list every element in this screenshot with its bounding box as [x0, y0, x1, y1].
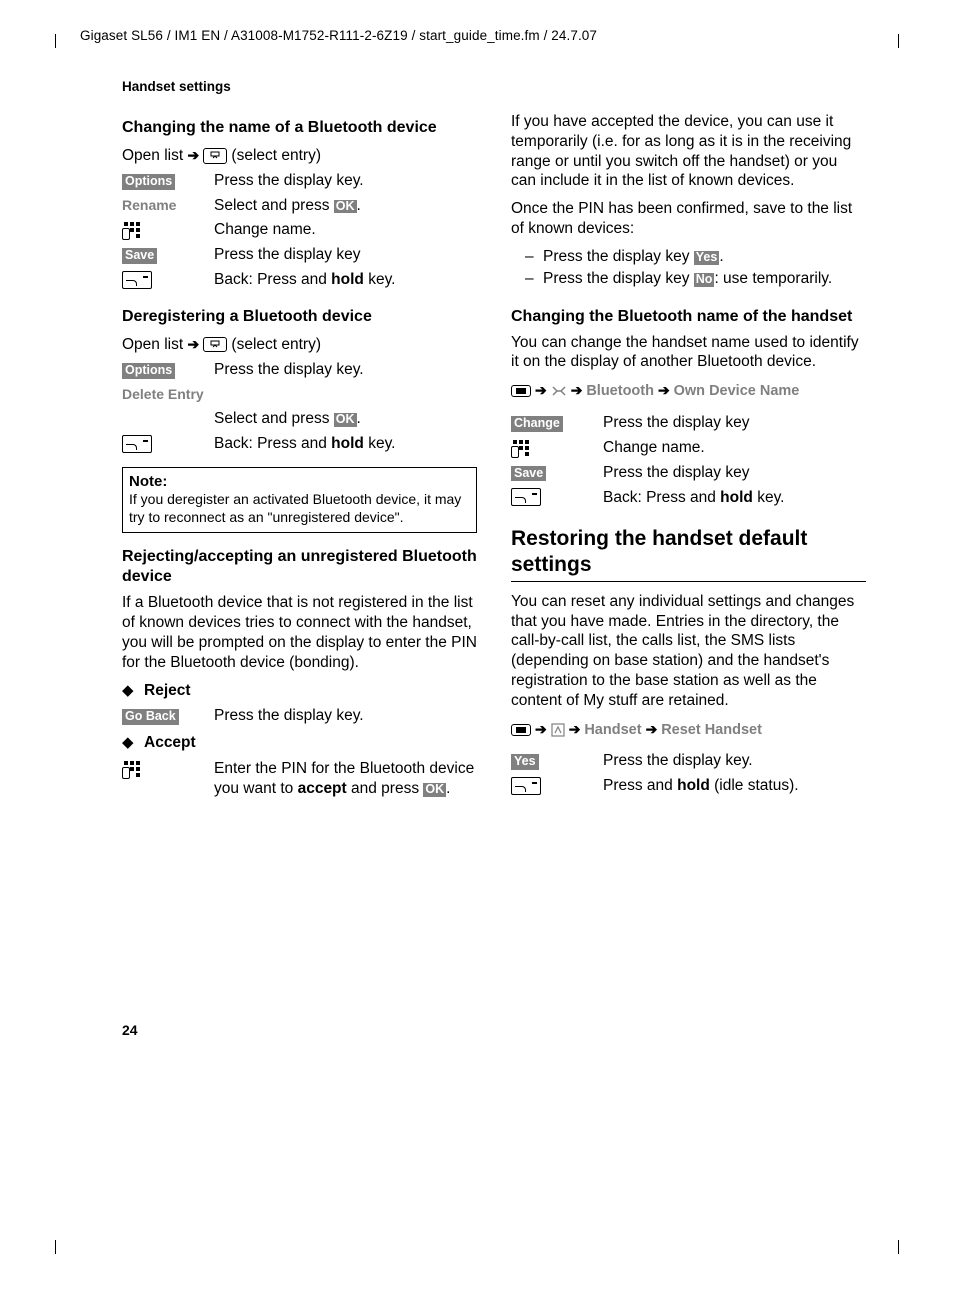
nav-path-reset: ➔ ➔ Handset ➔ Reset Handset — [511, 719, 866, 742]
steps-change-bt-name: Open list ➔ (select entry) Options Press… — [122, 144, 477, 293]
reject-bullet: ◆ Reject — [122, 681, 477, 701]
steps-reset: Yes Press the display key. Press and hol… — [511, 749, 866, 799]
change-key: Change — [511, 416, 563, 432]
settings-icon — [551, 723, 565, 737]
accepted-para: If you have accepted the device, you can… — [511, 112, 866, 191]
step-text: Change name. — [603, 436, 866, 461]
no-key: No — [694, 273, 715, 287]
step-text: Select and press OK. — [214, 407, 477, 432]
heading-deregister: Deregistering a Bluetooth device — [122, 307, 477, 327]
step-text: Press the display key. — [214, 169, 477, 194]
step-text: Press the display key. — [214, 358, 477, 383]
step-text: Press the display key. — [603, 749, 866, 774]
note-box: Note: If you deregister an activated Blu… — [122, 467, 477, 533]
arrow-icon: ➔ — [187, 147, 203, 163]
pin-confirmed-para: Once the PIN has been confirmed, save to… — [511, 199, 866, 239]
ok-key: OK — [423, 783, 446, 797]
options-key: Options — [122, 174, 175, 190]
step-text: Select and press OK. — [214, 194, 477, 219]
crop-mark-bl — [55, 1240, 56, 1254]
step-text: Enter the PIN for the Bluetooth device y… — [214, 757, 477, 802]
reject-accept-para: If a Bluetooth device that is not regist… — [122, 593, 477, 672]
options-key: Options — [122, 363, 175, 379]
select-entry-label: (select entry) — [231, 147, 321, 164]
step-text: Change name. — [214, 218, 477, 243]
step-text: Back: Press and hold key. — [214, 432, 477, 457]
go-back-key: Go Back — [122, 709, 179, 725]
save-key: Save — [122, 248, 157, 264]
hangup-icon — [511, 488, 541, 506]
hangup-icon — [511, 777, 541, 795]
step-text: Press and hold (idle status). — [603, 774, 866, 799]
right-column: If you have accepted the device, you can… — [511, 112, 866, 802]
step-text: Press the display key — [603, 411, 866, 436]
note-body: If you deregister an activated Bluetooth… — [129, 491, 470, 526]
bt-name-para: You can change the handset name used to … — [511, 333, 866, 373]
crop-mark-br — [898, 1240, 899, 1254]
hangup-icon — [122, 271, 152, 289]
accept-bullet: ◆ Accept — [122, 733, 477, 753]
hangup-icon — [122, 435, 152, 453]
open-list-label: Open list — [122, 147, 183, 164]
step-text: Press the display key — [603, 461, 866, 486]
delete-entry-label: Delete Entry — [122, 386, 204, 402]
diamond-bullet-icon: ◆ — [122, 681, 144, 701]
select-entry-label: (select entry) — [231, 336, 321, 353]
step-text: Back: Press and hold key. — [603, 486, 866, 511]
crop-mark-tr — [898, 34, 899, 48]
keypad-icon — [122, 222, 142, 238]
left-column: Changing the name of a Bluetooth device … — [122, 112, 477, 802]
heading-reject-accept: Rejecting/accepting an unregistered Blue… — [122, 547, 477, 587]
step-text: Press the display key — [214, 243, 477, 268]
dash-item-yes: – Press the display key Yes. — [511, 247, 866, 267]
scroll-icon — [203, 148, 227, 163]
data-exchange-icon — [551, 384, 567, 398]
arrow-icon: ➔ — [187, 336, 203, 352]
restore-para: You can reset any individual settings an… — [511, 592, 866, 711]
page-number: 24 — [122, 1022, 894, 1038]
accept-label: Accept — [144, 734, 196, 751]
heading-restore: Restoring the handset default settings — [511, 526, 866, 576]
ok-key: OK — [334, 413, 357, 427]
dash-item-no: – Press the display key No: use temporar… — [511, 269, 866, 289]
steps-bt-name: Change Press the display key Change name… — [511, 411, 866, 510]
ok-key: OK — [334, 200, 357, 214]
yes-key: Yes — [511, 754, 539, 770]
header-path: Gigaset SL56 / IM1 EN / A31008-M1752-R11… — [80, 28, 894, 43]
nav-path-bluetooth: ➔ ➔ Bluetooth ➔ Own Device Name — [511, 380, 866, 403]
crop-mark-tl — [55, 34, 56, 48]
note-title: Note: — [129, 472, 470, 491]
step-text: Press the display key. — [214, 704, 477, 729]
running-head: Handset settings — [122, 79, 894, 94]
rename-label: Rename — [122, 197, 176, 213]
keypad-icon — [511, 440, 531, 456]
menu-icon — [511, 385, 531, 397]
menu-icon — [511, 724, 531, 736]
yes-key: Yes — [694, 251, 720, 265]
step-text: Back: Press and hold key. — [214, 268, 477, 293]
open-list-label: Open list — [122, 336, 183, 353]
heading-change-bt-name: Changing the name of a Bluetooth device — [122, 118, 477, 138]
heading-rule — [511, 581, 866, 582]
keypad-icon — [122, 761, 142, 777]
save-key: Save — [511, 466, 546, 482]
steps-deregister: Open list ➔ (select entry) Options Press… — [122, 333, 477, 457]
scroll-icon — [203, 337, 227, 352]
diamond-bullet-icon: ◆ — [122, 733, 144, 753]
heading-bt-name-handset: Changing the Bluetooth name of the hands… — [511, 307, 866, 327]
reject-label: Reject — [144, 682, 191, 699]
